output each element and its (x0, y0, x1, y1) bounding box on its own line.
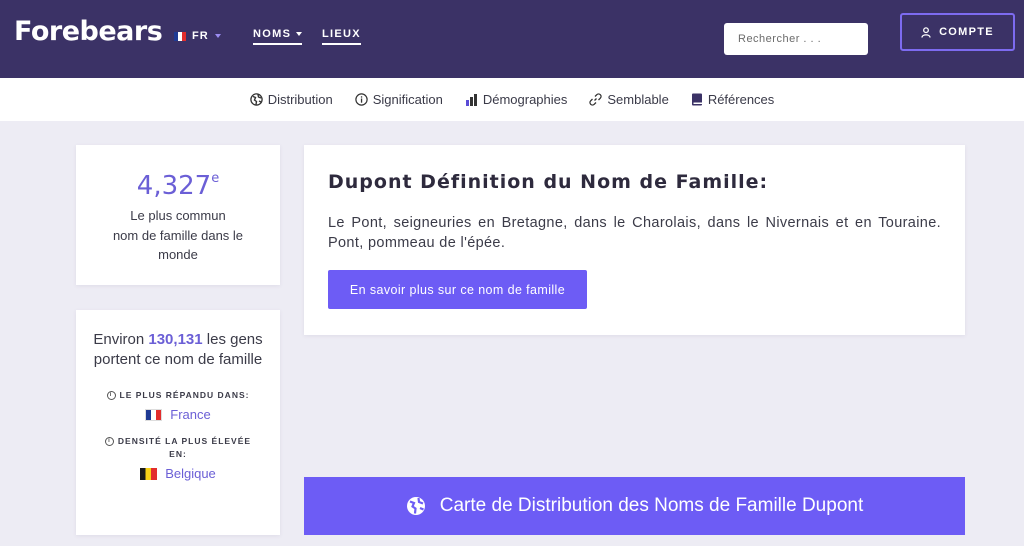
bearers-prefix: Environ (93, 331, 149, 348)
info-icon (355, 93, 368, 106)
nav-lieux[interactable]: LIEUX (322, 28, 361, 45)
book-icon (691, 93, 702, 106)
most-common-label: i LE PLUS RÉPANDU DANS: (76, 389, 280, 402)
chevron-down-icon (214, 34, 221, 38)
subnav-semblable-label: Semblable (607, 92, 669, 107)
site-logo[interactable]: Forebears (14, 16, 163, 47)
info-icon: i (104, 437, 114, 446)
density-label-line2: EN: (169, 449, 187, 459)
subnav-demographies-label: Démographies (482, 92, 568, 107)
subnav-demographies[interactable]: Démographies (465, 92, 568, 107)
link-icon (589, 93, 602, 106)
rank-card: 4,327e Le plus commun nom de famille dan… (76, 145, 280, 285)
info-icon: i (106, 391, 116, 400)
subnav-signification-label: Signification (372, 92, 443, 107)
density-label-row: i DENSITÉ LA PLUS ÉLEVÉE (104, 435, 252, 448)
account-button[interactable]: COMPTE (900, 13, 1015, 51)
globe-icon (406, 497, 425, 515)
bar-chart-icon (465, 94, 477, 106)
rank-description: Le plus commun nom de famille dans le mo… (76, 206, 280, 265)
search-input[interactable] (724, 23, 868, 55)
subnav-distribution[interactable]: Distribution (249, 92, 333, 107)
density-label: i DENSITÉ LA PLUS ÉLEVÉE EN: (76, 435, 280, 461)
subnav-references-label: Références (707, 92, 775, 107)
nav-noms-label: NOMS (253, 28, 292, 40)
most-common-country-link[interactable]: France (76, 407, 280, 422)
subnav-signification[interactable]: Signification (355, 92, 443, 107)
world-rank: 4,327e (76, 171, 280, 201)
most-common-country: France (170, 407, 211, 422)
language-label: FR (192, 30, 209, 42)
belgium-flag-icon (140, 467, 158, 480)
definition-text: Le Pont, seigneuries en Bretagne, dans l… (328, 215, 941, 251)
learn-more-button[interactable]: En savoir plus sur ce nom de famille (328, 270, 587, 309)
definition-title: Dupont Définition du Nom de Famille: (328, 171, 769, 193)
user-icon (921, 26, 931, 38)
distribution-map-label: Carte de Distribution des Noms de Famill… (439, 495, 864, 516)
density-label-line1: DENSITÉ LA PLUS ÉLEVÉE (117, 436, 252, 446)
globe-icon (249, 93, 263, 106)
bearers-text: Environ 130,131 les gens portent ce nom … (76, 330, 280, 370)
section-nav: Distribution Signification Démographies … (0, 78, 1024, 121)
density-country-link[interactable]: Belgique (76, 466, 280, 481)
bearers-card: Environ 130,131 les gens portent ce nom … (76, 310, 280, 535)
language-selector[interactable]: FR (174, 28, 221, 44)
rank-description-line1: Le plus commun (130, 208, 226, 223)
france-flag-icon (145, 408, 163, 421)
chevron-down-icon (296, 32, 303, 36)
bearers-count: 130,131 (148, 331, 203, 348)
definition-card: Dupont Définition du Nom de Famille: Le … (304, 145, 965, 335)
top-header: Forebears FR NOMS LIEUX COMPTE (0, 0, 1024, 78)
density-country: Belgique (165, 466, 216, 481)
world-rank-value: 4,327 (136, 171, 212, 201)
nav-lieux-label: LIEUX (322, 28, 361, 40)
most-common-label-text: LE PLUS RÉPANDU DANS: (119, 390, 250, 400)
rank-suffix: e (211, 171, 220, 187)
subnav-references[interactable]: Références (691, 92, 774, 107)
subnav-semblable[interactable]: Semblable (589, 92, 669, 107)
nav-noms[interactable]: NOMS (253, 28, 303, 45)
distribution-map-banner[interactable]: Carte de Distribution des Noms de Famill… (304, 477, 965, 535)
france-flag-icon (174, 31, 186, 41)
account-label: COMPTE (939, 26, 994, 38)
rank-description-line2: nom de famille dans le monde (112, 227, 244, 263)
subnav-distribution-label: Distribution (267, 92, 333, 107)
